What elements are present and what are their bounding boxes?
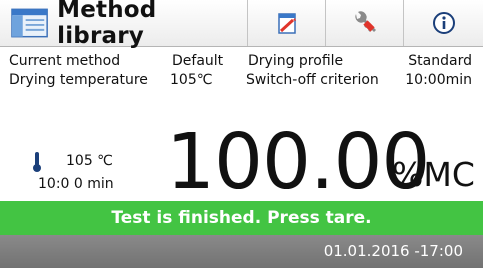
measurement-unit: %MC [392,155,475,194]
notepad-button[interactable] [247,0,325,46]
current-temperature: 105 ℃ [66,153,113,169]
switch-off-criterion-label: Switch-off criterion [246,72,379,88]
drying-profile-label: Drying profile [248,53,344,69]
status-message: Test is finished. Press tare. [111,208,372,228]
current-method-label: Current method [9,53,121,69]
drying-temperature-value: 105℃ [170,72,213,88]
info-button[interactable] [403,0,483,46]
date-time: 01.01.2016 -17:00 [323,242,463,260]
status-bar[interactable]: Test is finished. Press tare. [0,201,483,235]
switch-off-criterion-value: 10:00min [405,72,472,88]
top-bar: Method library [0,0,483,49]
drying-profile-value: Standard [408,53,472,69]
info-icon [432,12,455,34]
elapsed-time: 10:0 0 min [38,176,114,192]
page-title: Method library [57,0,157,49]
method-library-title-button[interactable]: Method library [0,0,247,49]
thermometer-icon [33,152,41,172]
current-method-value: Default [172,53,224,69]
method-info-panel: Current method Default Drying profile St… [0,50,483,92]
settings-button[interactable] [325,0,403,46]
drying-temperature-label: Drying temperature [9,72,148,88]
wrench-icon [354,11,376,32]
method-library-icon [11,8,48,38]
footer-bar: 01.01.2016 -17:00 [0,235,483,268]
measurement-value: 100.00 [166,118,430,207]
notepad-icon [277,13,296,34]
